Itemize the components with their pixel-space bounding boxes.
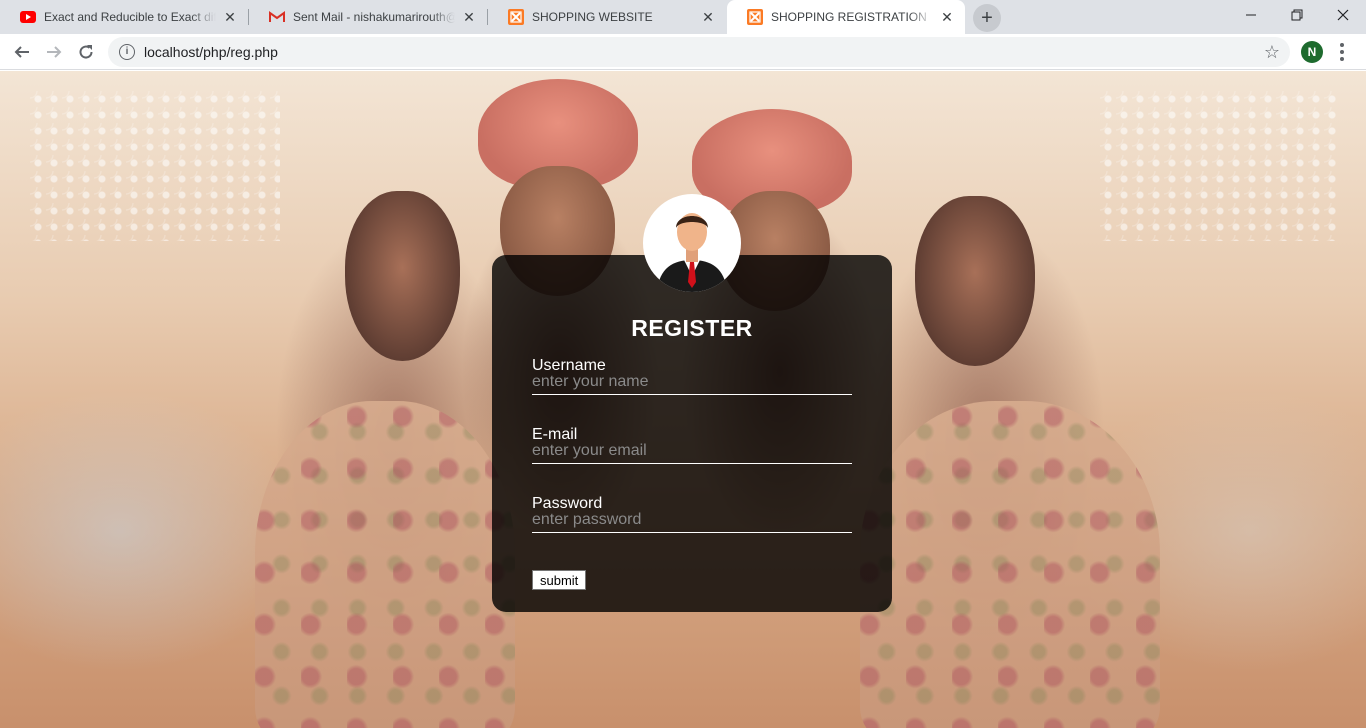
email-input[interactable] — [532, 442, 852, 464]
back-button[interactable] — [8, 38, 36, 66]
background-figure — [255, 401, 515, 728]
tab-title: Sent Mail - nishakumarirouth@gm — [293, 10, 455, 24]
site-info-icon[interactable]: i — [119, 44, 135, 60]
forward-button[interactable] — [40, 38, 68, 66]
tab-title: SHOPPING REGISTRATION — [771, 10, 927, 24]
tab-title: Exact and Reducible to Exact diffe — [44, 10, 216, 24]
reload-icon — [79, 45, 93, 59]
close-tab-icon[interactable]: ✕ — [939, 9, 955, 25]
xampp-icon — [747, 9, 763, 25]
background-lattice — [30, 91, 280, 241]
close-window-button[interactable] — [1320, 0, 1366, 30]
background-figure — [860, 401, 1160, 728]
username-input[interactable] — [532, 373, 852, 395]
submit-button[interactable]: submit — [532, 570, 587, 590]
url-text[interactable]: localhost/php/reg.php — [144, 44, 278, 60]
minimize-icon — [1246, 14, 1256, 16]
close-tab-icon[interactable]: ✕ — [222, 9, 238, 25]
close-tab-icon[interactable]: ✕ — [700, 9, 716, 25]
password-input[interactable] — [532, 511, 852, 533]
user-avatar-icon — [643, 194, 741, 292]
restore-icon — [1291, 9, 1303, 21]
profile-avatar[interactable]: N — [1301, 41, 1323, 63]
tab-shopping-website[interactable]: SHOPPING WEBSITE ✕ — [488, 0, 726, 34]
tab-youtube[interactable]: Exact and Reducible to Exact diffe ✕ — [0, 0, 248, 34]
tab-shopping-registration[interactable]: SHOPPING REGISTRATION ✕ — [727, 0, 965, 34]
new-tab-button[interactable]: + — [973, 4, 1001, 32]
register-title: REGISTER — [631, 315, 753, 341]
menu-kebab-icon[interactable] — [1334, 41, 1350, 63]
bookmark-star-icon[interactable]: ☆ — [1264, 42, 1280, 62]
browser-toolbar: i localhost/php/reg.php ☆ N — [0, 34, 1366, 70]
background-figure — [345, 191, 460, 361]
youtube-icon — [20, 9, 36, 25]
address-bar[interactable]: i localhost/php/reg.php ☆ — [108, 37, 1290, 67]
xampp-icon — [508, 9, 524, 25]
close-tab-icon[interactable]: ✕ — [461, 9, 477, 25]
forward-arrow-icon — [47, 46, 62, 58]
restore-button[interactable] — [1274, 0, 1320, 30]
back-arrow-icon — [14, 46, 29, 58]
reload-button[interactable] — [72, 38, 100, 66]
minimize-button[interactable] — [1228, 0, 1274, 30]
tab-strip: Exact and Reducible to Exact diffe ✕ Sen… — [0, 0, 1366, 34]
tab-gmail[interactable]: Sent Mail - nishakumarirouth@gm ✕ — [249, 0, 487, 34]
page-background: REGISTER Username E-mail Password submit — [0, 71, 1366, 728]
background-figure — [915, 196, 1035, 366]
background-lattice — [1100, 91, 1340, 241]
gmail-icon — [269, 9, 285, 25]
tab-title: SHOPPING WEBSITE — [532, 10, 653, 24]
close-icon — [1337, 9, 1349, 21]
